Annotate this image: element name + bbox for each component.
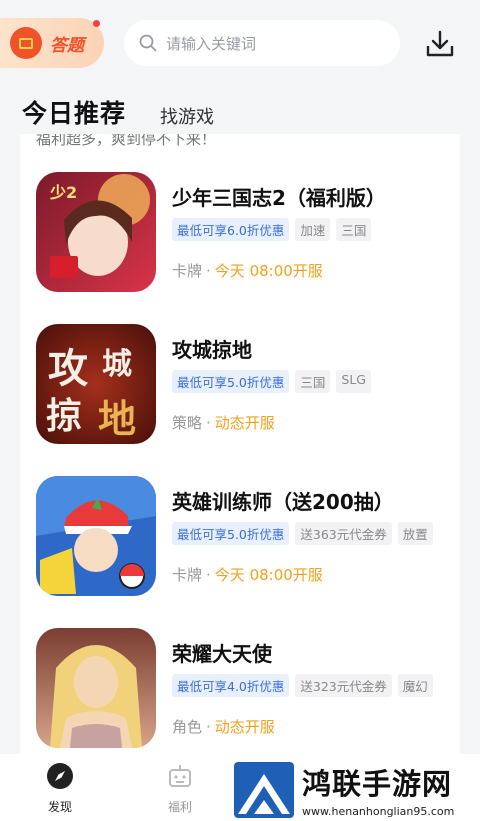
meta-separator: · — [206, 566, 211, 584]
game-tag: 送323元代金券 — [295, 674, 392, 697]
game-tags: 最低可享4.0折优惠 送323元代金券 魔幻 — [172, 674, 433, 697]
game-tag: SLG — [336, 370, 371, 393]
game-title: 荣耀大天使 — [172, 642, 272, 666]
discount-tag: 最低可享5.0折优惠 — [172, 522, 290, 545]
answer-button[interactable]: 答题 — [0, 18, 104, 68]
svg-text:地: 地 — [98, 396, 136, 441]
server-status: 动态开服 — [214, 414, 275, 432]
nav-discover[interactable]: 发现 — [30, 762, 90, 815]
game-icon[interactable] — [36, 628, 156, 748]
game-title: 英雄训练师（送200抽） — [172, 490, 394, 514]
banner-text: 福利超多，爽到停不下来！ — [36, 134, 217, 148]
game-item[interactable]: 攻 城 掠 地 攻城掠地 最低可享5.0折优惠 三国 SLG 策略 · 动态开服 — [36, 324, 446, 448]
notification-dot — [93, 20, 100, 27]
watermark-title: 鸿联手游网 — [302, 767, 453, 801]
server-status: 今天 08:00开服 — [214, 262, 323, 280]
game-title: 攻城掠地 — [172, 338, 252, 362]
meta-separator: · — [206, 718, 211, 736]
game-tags: 最低可享5.0折优惠 送363元代金券 放置 — [172, 522, 433, 545]
watermark-logo-icon — [234, 761, 294, 818]
search-icon — [139, 34, 157, 52]
game-list-panel: 福利超多，爽到停不下来！ 少2 少年三国志2（福利版） 最低可享6.0折优惠 加… — [20, 134, 460, 754]
game-item[interactable]: 荣耀大天使 最低可享4.0折优惠 送323元代金券 魔幻 角色 · 动态开服 — [36, 628, 446, 752]
svg-text:城: 城 — [102, 347, 132, 382]
answer-logo-icon — [10, 27, 42, 59]
compass-icon — [47, 763, 73, 789]
search-input[interactable]: 请输入关键词 — [124, 20, 400, 66]
game-tag: 三国 — [295, 370, 331, 393]
top-bar: 答题 请输入关键词 — [0, 0, 480, 90]
server-status: 动态开服 — [214, 718, 275, 736]
game-item[interactable]: 英雄训练师（送200抽） 最低可享5.0折优惠 送363元代金券 放置 卡牌 · 今… — [36, 476, 446, 600]
game-category: 策略 — [172, 414, 203, 432]
tab-today-recommend[interactable]: 今日推荐 — [22, 94, 126, 130]
nav-welfare[interactable]: 福利 — [150, 762, 210, 815]
discount-tag: 最低可享5.0折优惠 — [172, 370, 290, 393]
game-tag: 三国 — [336, 218, 372, 241]
game-icon[interactable] — [36, 476, 156, 596]
meta-separator: · — [206, 262, 211, 280]
game-tag: 送363元代金券 — [295, 522, 392, 545]
download-icon[interactable] — [424, 28, 456, 60]
game-title: 少年三国志2（福利版） — [172, 186, 386, 210]
game-meta: 卡牌 · 今天 08:00开服 — [172, 260, 323, 281]
game-icon[interactable]: 少2 — [36, 172, 156, 292]
svg-text:少2: 少2 — [49, 183, 77, 202]
discount-tag: 最低可享4.0折优惠 — [172, 674, 290, 697]
game-tag: 放置 — [397, 522, 433, 545]
watermark-url: www.henanhonglian95.com — [302, 805, 455, 818]
meta-separator: · — [206, 414, 211, 432]
tab-find-games[interactable]: 找游戏 — [160, 103, 214, 129]
game-meta: 角色 · 动态开服 — [172, 716, 275, 737]
game-tags: 最低可享6.0折优惠 加速 三国 — [172, 218, 372, 241]
nav-label: 发现 — [47, 800, 72, 814]
site-watermark: 鸿联手游网 www.henanhonglian95.com — [226, 758, 480, 821]
game-meta: 策略 · 动态开服 — [172, 412, 275, 433]
tab-bar: 今日推荐 找游戏 — [0, 90, 480, 134]
discount-tag: 最低可享6.0折优惠 — [172, 218, 290, 241]
game-category: 卡牌 — [172, 262, 203, 280]
game-item[interactable]: 少2 少年三国志2（福利版） 最低可享6.0折优惠 加速 三国 卡牌 · 今天 08… — [36, 172, 446, 296]
svg-text:攻: 攻 — [48, 345, 88, 392]
game-category: 卡牌 — [172, 566, 203, 584]
game-tag: 魔幻 — [397, 674, 433, 697]
game-category: 角色 — [172, 718, 203, 736]
answer-label: 答题 — [50, 35, 84, 56]
game-tags: 最低可享5.0折优惠 三国 SLG — [172, 370, 371, 393]
game-icon[interactable]: 攻 城 掠 地 — [36, 324, 156, 444]
nav-label: 福利 — [167, 800, 192, 814]
server-status: 今天 08:00开服 — [214, 566, 323, 584]
game-tag: 加速 — [295, 218, 331, 241]
search-placeholder: 请输入关键词 — [166, 34, 257, 53]
game-meta: 卡牌 · 今天 08:00开服 — [172, 564, 323, 585]
svg-text:掠: 掠 — [46, 395, 82, 437]
gift-robot-icon — [169, 765, 191, 787]
